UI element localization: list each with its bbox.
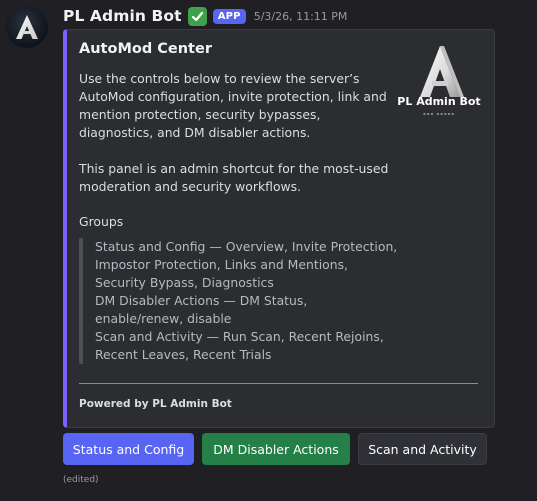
thumbnail-label: PL Admin Bot	[397, 95, 481, 108]
edited-label: (edited)	[63, 475, 99, 485]
message-header: PL Admin Bot APP 5/3/26, 11:11 PM	[63, 5, 347, 27]
embed-description-note: This panel is an admin shortcut for the …	[79, 161, 389, 194]
automod-embed: AutoMod Center Use the controls below to…	[63, 29, 495, 428]
status-and-config-button[interactable]: Status and Config	[63, 433, 194, 465]
embed-description-intro: Use the controls below to review the ser…	[79, 71, 387, 140]
thumbnail-logo-icon	[420, 46, 464, 97]
verified-check-icon	[187, 6, 207, 26]
action-row: Status and Config DM Disabler Actions Sc…	[63, 433, 487, 465]
scan-and-activity-button[interactable]: Scan and Activity	[358, 433, 487, 465]
chat-message: PL Admin Bot APP 5/3/26, 11:11 PM AutoMo…	[0, 0, 537, 501]
groups-heading: Groups	[79, 214, 124, 229]
embed-divider	[79, 383, 478, 384]
group-item-status-config: Status and Config — Overview, Invite Pro…	[95, 239, 398, 290]
message-timestamp[interactable]: 5/3/26, 11:11 PM	[254, 10, 348, 23]
embed-title: AutoMod Center	[79, 41, 212, 57]
group-item-dm-disabler: DM Disabler Actions — DM Status, enable/…	[95, 293, 308, 326]
embed-description: Use the controls below to review the ser…	[79, 70, 389, 196]
group-item-scan-activity: Scan and Activity — Run Scan, Recent Rej…	[95, 329, 384, 362]
thumbnail-subtext: ▪▪▪ ▪▪▪▪▪	[423, 111, 455, 116]
bot-name[interactable]: PL Admin Bot	[63, 7, 182, 25]
embed-footer: Powered by PL Admin Bot	[79, 398, 232, 410]
letter-a-logo-icon	[16, 15, 38, 39]
embed-thumbnail[interactable]: PL Admin Bot ▪▪▪ ▪▪▪▪▪	[396, 43, 482, 129]
dm-disabler-actions-button[interactable]: DM Disabler Actions	[202, 433, 350, 465]
groups-blockquote: Status and Config — Overview, Invite Pro…	[79, 238, 399, 364]
app-badge: APP	[212, 8, 246, 24]
bot-avatar[interactable]	[6, 6, 48, 48]
